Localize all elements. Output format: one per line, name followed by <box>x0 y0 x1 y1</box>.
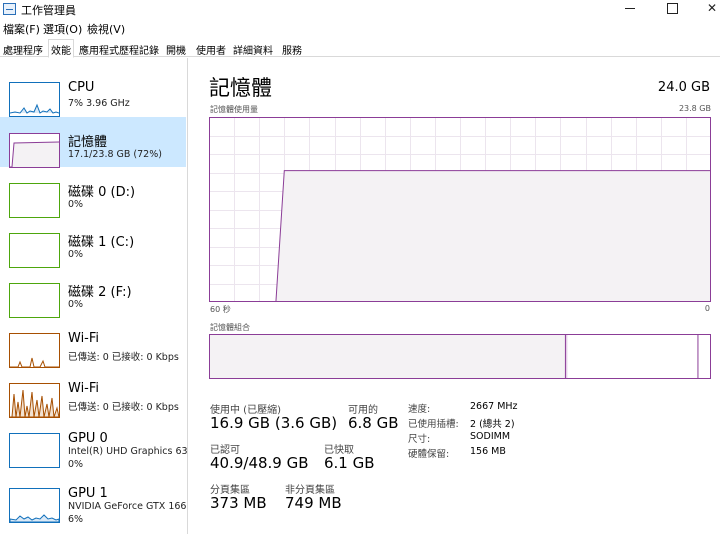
menu-file[interactable]: 檔案(F) <box>3 21 40 37</box>
tab-users[interactable]: 使用者 <box>194 40 228 57</box>
sidebar-item-detail: 17.1/23.8 GB (72%) <box>68 149 162 160</box>
gpu-1-thumbnail-graph <box>9 488 60 523</box>
minimize-button[interactable] <box>608 0 652 18</box>
sidebar-item-title: Wi-Fi <box>68 331 100 346</box>
cpu-sparkline <box>10 103 59 114</box>
sidebar-item-gpu-1[interactable]: GPU 1 NVIDIA GeForce GTX 1660 6% <box>0 472 188 532</box>
sidebar-item-detail: 7% 3.96 GHz <box>68 98 130 109</box>
composition-standby <box>567 334 698 379</box>
wifi-2-thumbnail-graph <box>9 383 60 418</box>
in-use-value: 16.9 GB (3.6 GB) <box>210 414 338 432</box>
x-axis-start-label: 60 秒 <box>210 305 231 314</box>
tab-bar: 處理程序 效能 應用程式歷程記錄 開機 使用者 詳細資料 服務 <box>0 38 720 58</box>
gpu-0-thumbnail-graph <box>9 433 60 468</box>
sidebar-item-title: 磁碟 0 (D:) <box>68 185 136 200</box>
page-title: 記憶體 <box>209 76 272 100</box>
title-bar: 工作管理員 ✕ <box>0 0 720 18</box>
sidebar-item-wifi-2[interactable]: Wi-Fi 已傳送: 0 已接收: 0 Kbps <box>0 367 186 418</box>
sidebar-item-detail: 0% <box>68 249 84 260</box>
sidebar-item-detail: Intel(R) UHD Graphics 630 <box>68 446 188 457</box>
maximize-button[interactable] <box>650 0 694 18</box>
tab-startup[interactable]: 開機 <box>164 40 188 57</box>
menu-view[interactable]: 檢視(V) <box>87 21 125 37</box>
memory-sparkline <box>10 141 59 167</box>
paged-pool-value: 373 MB <box>210 494 267 512</box>
gpu-1-sparkline <box>10 514 59 522</box>
sidebar-item-detail: 已傳送: 0 已接收: 0 Kbps <box>68 352 179 363</box>
composition-label: 記憶體組合 <box>210 323 250 332</box>
wifi-2-sparkline <box>10 389 59 417</box>
sidebar-item-memory[interactable]: 記憶體 17.1/23.8 GB (72%) <box>0 117 186 168</box>
sidebar-item-detail: 0% <box>68 199 84 210</box>
sidebar-item-title: GPU 0 <box>68 431 108 446</box>
usage-chart-max: 23.8 GB <box>678 104 711 113</box>
sidebar-item-detail: 已傳送: 0 已接收: 0 Kbps <box>68 402 179 413</box>
disk-2-thumbnail-graph <box>9 283 60 318</box>
composition-free <box>697 334 711 379</box>
sidebar-item-disk-1[interactable]: 磁碟 1 (C:) 0% <box>0 217 186 268</box>
composition-in-use <box>209 334 566 379</box>
menu-options[interactable]: 選項(O) <box>43 21 82 37</box>
available-value: 6.8 GB <box>348 414 399 432</box>
sidebar-item-wifi-1[interactable]: Wi-Fi 已傳送: 0 已接收: 0 Kbps <box>0 317 186 368</box>
task-manager-icon <box>3 3 16 15</box>
speed-value: 2667 MHz <box>470 401 518 412</box>
sidebar-item-detail: NVIDIA GeForce GTX 1660 <box>68 501 188 512</box>
sidebar: CPU 7% 3.96 GHz 記憶體 17.1/23.8 GB (72%) 磁… <box>0 58 188 534</box>
memory-thumbnail-graph <box>9 133 60 168</box>
usage-area <box>209 170 711 302</box>
memory-composition-bar <box>209 334 711 379</box>
wifi-1-thumbnail-graph <box>9 333 60 368</box>
sidebar-item-title: 磁碟 2 (F:) <box>68 285 132 300</box>
wifi-1-sparkline <box>10 357 59 367</box>
nonpaged-pool-value: 749 MB <box>285 494 342 512</box>
tab-details[interactable]: 詳細資料 <box>231 40 275 57</box>
disk-0-thumbnail-graph <box>9 183 60 218</box>
sidebar-item-title: CPU <box>68 80 95 95</box>
total-memory: 24.0 GB <box>657 80 710 95</box>
cpu-thumbnail-graph <box>9 82 60 117</box>
sidebar-item-disk-0[interactable]: 磁碟 0 (D:) 0% <box>0 167 186 218</box>
menu-bar: 檔案(F) 選項(O) 檢視(V) <box>0 19 720 37</box>
sidebar-item-detail: 0% <box>68 299 84 310</box>
window-title: 工作管理員 <box>21 4 76 17</box>
tab-performance[interactable]: 效能 <box>48 39 74 58</box>
cached-value: 6.1 GB <box>324 454 375 472</box>
tab-services[interactable]: 服務 <box>280 40 304 57</box>
slots-used-label: 已使用插槽: <box>408 419 459 430</box>
slots-used-value: 2 (總共 2) <box>470 419 515 430</box>
memory-usage-chart <box>209 117 711 302</box>
sidebar-item-title: GPU 1 <box>68 486 108 501</box>
committed-value: 40.9/48.9 GB <box>210 454 309 472</box>
sidebar-item-cpu[interactable]: CPU 7% 3.96 GHz <box>0 66 186 117</box>
hardware-reserved-label: 硬體保留: <box>408 449 450 460</box>
sidebar-item-title: 磁碟 1 (C:) <box>68 235 135 250</box>
close-button[interactable]: ✕ <box>690 0 720 18</box>
sidebar-item-usage: 6% <box>68 514 84 525</box>
sidebar-item-title: 記憶體 <box>68 135 108 150</box>
hardware-reserved-value: 156 MB <box>470 446 506 457</box>
usage-chart-label: 記憶體使用量 <box>210 105 258 114</box>
form-factor-value: SODIMM <box>470 431 511 442</box>
x-axis-end-label: 0 <box>704 304 710 313</box>
sidebar-item-gpu-0[interactable]: GPU 0 Intel(R) UHD Graphics 630 0% <box>0 417 188 473</box>
sidebar-item-usage: 0% <box>68 459 84 470</box>
speed-label: 速度: <box>408 404 431 415</box>
form-factor-label: 尺寸: <box>408 434 431 445</box>
sidebar-item-disk-2[interactable]: 磁碟 2 (F:) 0% <box>0 267 186 318</box>
sidebar-item-title: Wi-Fi <box>68 381 100 396</box>
tab-processes[interactable]: 處理程序 <box>1 40 45 57</box>
disk-1-thumbnail-graph <box>9 233 60 268</box>
tab-app-history[interactable]: 應用程式歷程記錄 <box>77 40 161 57</box>
